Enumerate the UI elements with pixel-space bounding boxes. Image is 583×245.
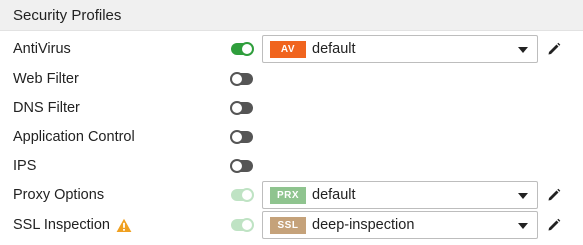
profile-row-ips: IPS xyxy=(0,151,583,180)
pencil-icon[interactable] xyxy=(547,218,561,232)
proxy-options-value: default xyxy=(312,187,356,203)
profile-row-antivirus: AntiVirus AV default xyxy=(0,34,583,64)
toggle-ssl-inspection[interactable] xyxy=(231,218,254,232)
profile-row-application-control: Application Control xyxy=(0,122,583,151)
toggle-ips[interactable] xyxy=(230,158,253,173)
toggle-application-control[interactable] xyxy=(230,129,253,144)
pencil-icon[interactable] xyxy=(547,42,561,56)
profile-row-ssl-inspection: SSL Inspection SSL deep-inspection xyxy=(0,210,583,240)
ssl-badge: SSL xyxy=(270,216,306,234)
proxy-options-select[interactable]: PRX default xyxy=(262,181,538,209)
toggle-antivirus[interactable] xyxy=(231,42,254,56)
chevron-down-icon xyxy=(518,193,528,199)
profile-label-dns-filter: DNS Filter xyxy=(13,99,80,116)
profile-label-antivirus: AntiVirus xyxy=(13,41,71,57)
chevron-down-icon xyxy=(518,47,528,53)
antivirus-profile-select[interactable]: AV default xyxy=(262,35,538,63)
section-title: Security Profiles xyxy=(13,6,122,24)
antivirus-profile-value: default xyxy=(312,41,356,57)
profile-label-ips: IPS xyxy=(13,157,37,174)
profile-row-web-filter: Web Filter xyxy=(0,64,583,93)
ssl-inspection-select[interactable]: SSL deep-inspection xyxy=(262,211,538,239)
profile-row-dns-filter: DNS Filter xyxy=(0,93,583,122)
toggle-proxy-options[interactable] xyxy=(231,188,254,202)
profile-label-ssl-inspection-wrap: SSL Inspection xyxy=(13,217,132,233)
profile-row-proxy-options: Proxy Options PRX default xyxy=(0,180,583,210)
pencil-icon[interactable] xyxy=(547,188,561,202)
chevron-down-icon xyxy=(518,223,528,229)
profile-label-web-filter: Web Filter xyxy=(13,70,79,87)
ssl-inspection-value: deep-inspection xyxy=(312,217,415,233)
prx-badge: PRX xyxy=(270,186,306,204)
av-badge: AV xyxy=(270,40,306,58)
toggle-dns-filter[interactable] xyxy=(230,100,253,115)
toggle-web-filter[interactable] xyxy=(230,71,253,86)
profile-label-application-control: Application Control xyxy=(13,128,135,145)
section-header: Security Profiles xyxy=(0,0,583,31)
profile-label-proxy-options: Proxy Options xyxy=(13,187,105,203)
warning-icon xyxy=(116,218,132,232)
profile-label-ssl-inspection: SSL Inspection xyxy=(13,217,110,233)
